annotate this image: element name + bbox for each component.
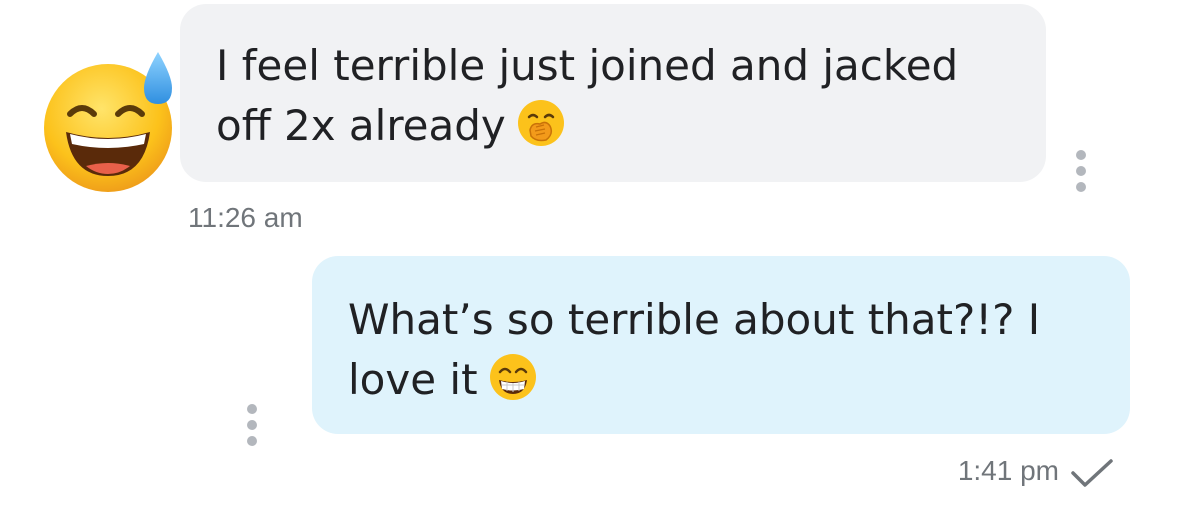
outgoing-message-more-icon[interactable] — [246, 404, 258, 452]
beaming-face-with-smiling-eyes-icon — [488, 352, 538, 418]
incoming-message-more-icon[interactable] — [1075, 150, 1087, 198]
outgoing-message-bubble[interactable]: What’s so terrible about that?!? I love … — [312, 256, 1130, 434]
incoming-message-bubble[interactable]: I feel terrible just joined and jacked o… — [180, 4, 1046, 182]
incoming-message-time: 11:26 am — [188, 202, 303, 233]
grinning-face-with-sweat-icon — [44, 52, 172, 192]
incoming-message-text: I feel terrible just joined and jacked o… — [216, 41, 959, 150]
outgoing-message-time: 1:41 pm — [957, 455, 1059, 486]
sender-avatar[interactable] — [40, 52, 180, 192]
outgoing-message-text: What’s so terrible about that?!? I love … — [348, 295, 1041, 404]
face-with-hand-over-mouth-icon — [516, 98, 566, 164]
checkmark-icon — [1070, 458, 1114, 492]
